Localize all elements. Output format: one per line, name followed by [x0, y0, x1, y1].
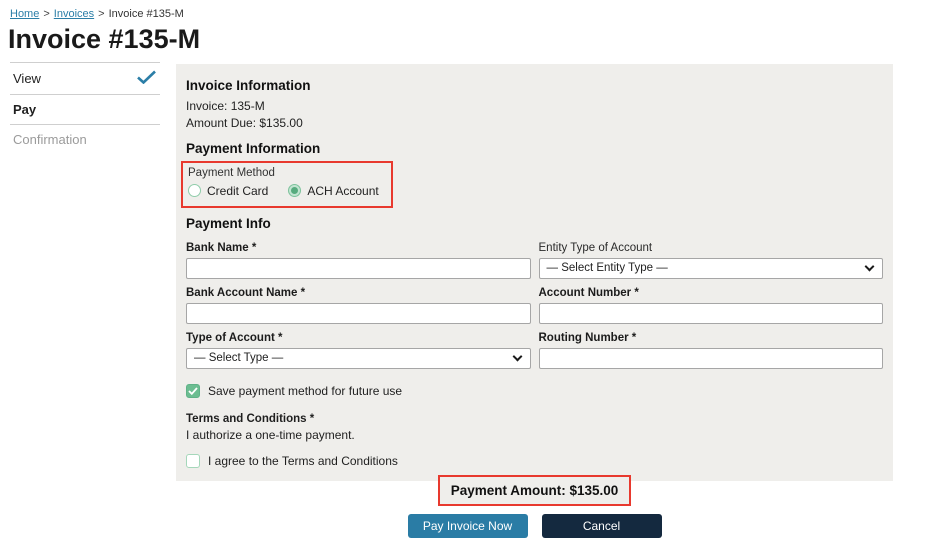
breadcrumb-link-home[interactable]: Home	[10, 8, 39, 20]
routing-number-label: Routing Number *	[538, 331, 637, 344]
checkbox-checked-icon	[186, 383, 200, 398]
checkbox-label: I agree to the Terms and Conditions	[208, 453, 398, 468]
step-sidebar: View Pay Confirmation	[10, 62, 160, 154]
bank-name-input[interactable]	[186, 257, 531, 279]
invoice-pay-panel: Invoice Information Invoice: 135-M Amoun…	[176, 64, 893, 538]
entity-type-select[interactable]: — Select Entity Type —	[538, 257, 883, 279]
breadcrumb-separator: >	[98, 8, 105, 20]
type-of-account-select[interactable]: — Select Type —	[186, 347, 531, 369]
breadcrumb-current: Invoice #135-M	[108, 8, 184, 20]
type-of-account-label: Type of Account *	[186, 331, 283, 344]
select-value: — Select Entity Type —	[546, 262, 668, 275]
account-number-label: Account Number *	[538, 286, 639, 299]
bank-name-label: Bank Name *	[186, 241, 257, 254]
radio-ach-account[interactable]: ACH Account	[288, 183, 379, 198]
step-label: Pay	[13, 102, 37, 117]
terms-text: I authorize a one-time payment.	[186, 427, 355, 442]
payment-method-highlight-box: Payment Method Credit Card ACH Account	[181, 160, 393, 208]
radio-unselected-icon	[188, 184, 201, 198]
invoice-number-line: Invoice: 135-M	[186, 99, 265, 113]
chevron-down-icon	[864, 261, 875, 272]
bank-account-name-input[interactable]	[186, 302, 531, 324]
select-value: — Select Type —	[194, 352, 284, 365]
entity-type-label: Entity Type of Account	[538, 241, 653, 254]
checkbox-unchecked-icon	[186, 453, 200, 468]
bank-account-name-label: Bank Account Name *	[186, 286, 306, 299]
save-payment-method-checkbox[interactable]: Save payment method for future use	[186, 383, 883, 398]
radio-label: Credit Card	[207, 183, 269, 198]
terms-and-conditions-heading: Terms and Conditions *	[186, 412, 315, 425]
payment-information-heading: Payment Information	[186, 140, 321, 156]
step-label: Confirmation	[13, 132, 87, 147]
step-label: View	[13, 71, 41, 86]
breadcrumb-link-invoices[interactable]: Invoices	[54, 8, 94, 20]
sidebar-item-pay[interactable]: Pay	[10, 95, 160, 125]
payment-method-options: Credit Card ACH Account	[188, 184, 379, 198]
account-number-input[interactable]	[538, 302, 883, 324]
check-icon	[136, 70, 157, 87]
pay-invoice-now-button[interactable]: Pay Invoice Now	[407, 513, 528, 538]
sidebar-item-confirmation: Confirmation	[10, 125, 160, 154]
invoice-information-heading: Invoice Information	[186, 78, 311, 93]
chevron-down-icon	[512, 351, 522, 362]
radio-label: ACH Account	[307, 183, 379, 198]
checkbox-label: Save payment method for future use	[208, 383, 403, 398]
payment-method-label: Payment Method	[188, 166, 275, 179]
payment-info-heading: Payment Info	[186, 215, 271, 231]
payment-info-form: Bank Name * Entity Type of Account — Sel…	[186, 236, 883, 371]
payment-amount-highlight-box: Payment Amount: $135.00	[437, 474, 632, 506]
sidebar-item-view[interactable]: View	[10, 62, 160, 95]
breadcrumb-separator: >	[43, 8, 50, 20]
radio-selected-icon	[288, 184, 302, 198]
radio-credit-card[interactable]: Credit Card	[188, 184, 268, 198]
routing-number-input[interactable]	[538, 347, 883, 369]
page-title: Invoice #135-M	[8, 24, 201, 54]
breadcrumb: Home > Invoices > Invoice #135-M	[10, 8, 184, 20]
payment-amount-row: Payment Amount: $135.00	[186, 474, 883, 506]
cancel-button[interactable]: Cancel	[541, 513, 662, 538]
agree-terms-checkbox[interactable]: I agree to the Terms and Conditions	[186, 453, 883, 468]
action-buttons: Pay Invoice Now Cancel	[186, 513, 883, 538]
amount-due-line: Amount Due: $135.00	[186, 115, 303, 130]
